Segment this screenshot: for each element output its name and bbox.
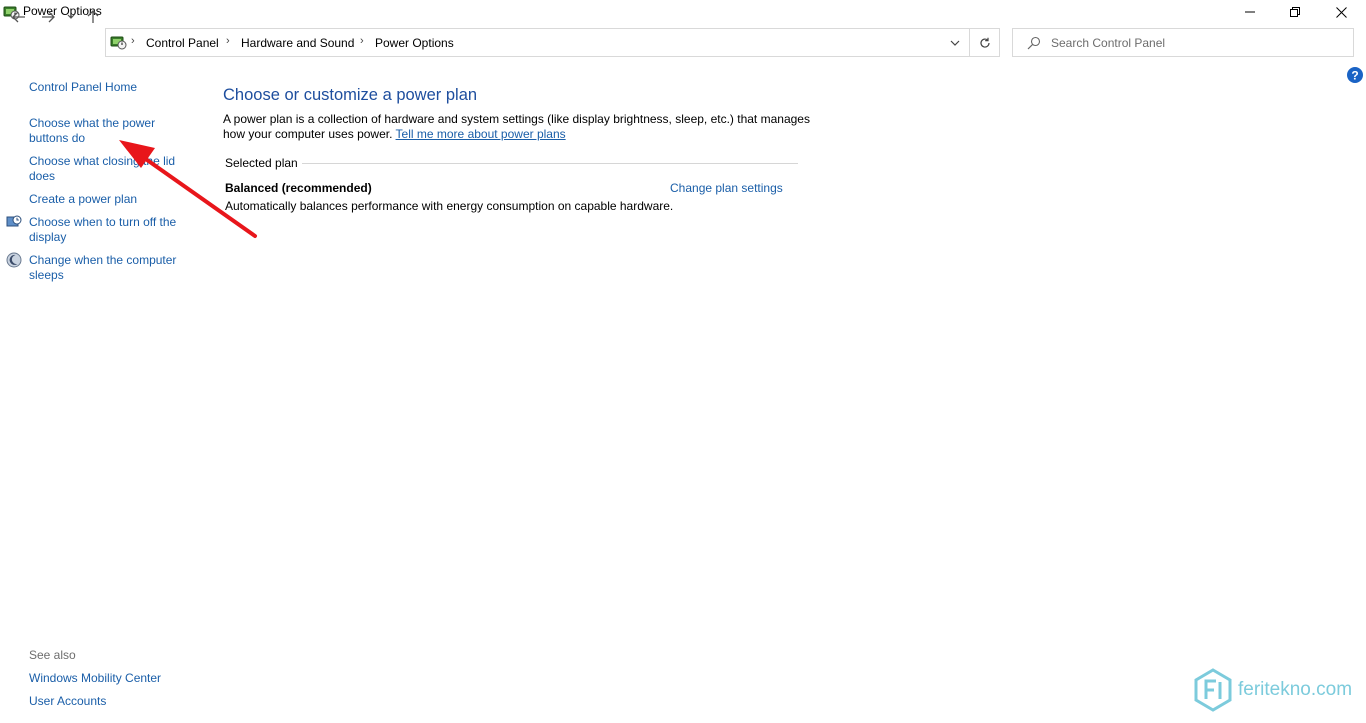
breadcrumb-control-panel[interactable]: Control Panel [146,36,219,50]
left-navigation-pane: Control Panel Home Choose what the power… [0,62,200,723]
selected-plan-label: Selected plan [225,156,298,170]
plan-name: Balanced (recommended) [225,181,372,195]
create-power-plan-link[interactable]: Create a power plan [29,192,189,207]
recent-locations-button[interactable] [62,7,80,27]
power-plans-help-link[interactable]: Tell me more about power plans [396,127,566,141]
feritekno-logo-icon [1194,668,1232,712]
control-panel-home-link[interactable]: Control Panel Home [29,80,189,95]
page-description: A power plan is a collection of hardware… [223,112,813,142]
selected-plan-divider [302,163,798,164]
refresh-icon [979,37,990,48]
address-dropdown-button[interactable] [947,35,963,51]
forward-arrow-icon [42,11,55,23]
chevron-down-icon [950,40,960,46]
closing-lid-link[interactable]: Choose what closing the lid does [29,154,184,184]
up-arrow-icon [87,10,99,23]
back-button[interactable] [8,7,30,27]
turn-off-display-link[interactable]: Choose when to turn off the display [29,215,189,245]
chevron-down-icon [67,14,75,19]
restore-button[interactable] [1272,0,1318,24]
breadcrumb-power-options[interactable]: Power Options [375,36,454,50]
display-clock-icon [6,215,22,227]
watermark-text: feritekno.com [1238,679,1353,700]
computer-sleeps-link[interactable]: Change when the computer sleeps [29,253,184,283]
search-input[interactable] [1051,33,1346,53]
power-buttons-link[interactable]: Choose what the power buttons do [29,116,179,146]
chevron-right-icon[interactable]: › [226,35,230,47]
watermark: feritekno.com [1194,668,1352,712]
power-options-icon [110,36,127,50]
back-arrow-icon [12,11,25,23]
minimize-button[interactable] [1227,0,1273,24]
address-bar[interactable]: › Control Panel › Hardware and Sound › P… [105,28,970,57]
plan-description: Automatically balances performance with … [225,199,674,213]
close-button[interactable] [1318,0,1364,24]
refresh-button[interactable] [969,28,1000,57]
title-bar: Power Options [0,0,1366,26]
forward-button[interactable] [37,7,59,27]
see-also-heading: See also [29,648,76,662]
chevron-right-icon[interactable]: › [360,35,364,47]
minimize-icon [1245,11,1255,13]
windows-mobility-center-link[interactable]: Windows Mobility Center [29,671,189,686]
svg-text:?: ? [1351,68,1358,82]
close-icon [1335,6,1347,18]
page-title: Choose or customize a power plan [223,86,478,104]
change-plan-settings-link[interactable]: Change plan settings [670,181,783,195]
restore-icon [1290,7,1300,17]
chevron-right-icon: › [131,35,135,47]
annotation-arrow [119,140,257,238]
search-icon [1027,36,1041,50]
user-accounts-link[interactable]: User Accounts [29,694,189,709]
search-box[interactable] [1012,28,1354,57]
help-icon[interactable]: ? [1347,67,1363,83]
sleep-moon-icon [6,252,22,268]
breadcrumb-hardware-and-sound[interactable]: Hardware and Sound [241,36,354,50]
up-button[interactable] [82,7,104,27]
